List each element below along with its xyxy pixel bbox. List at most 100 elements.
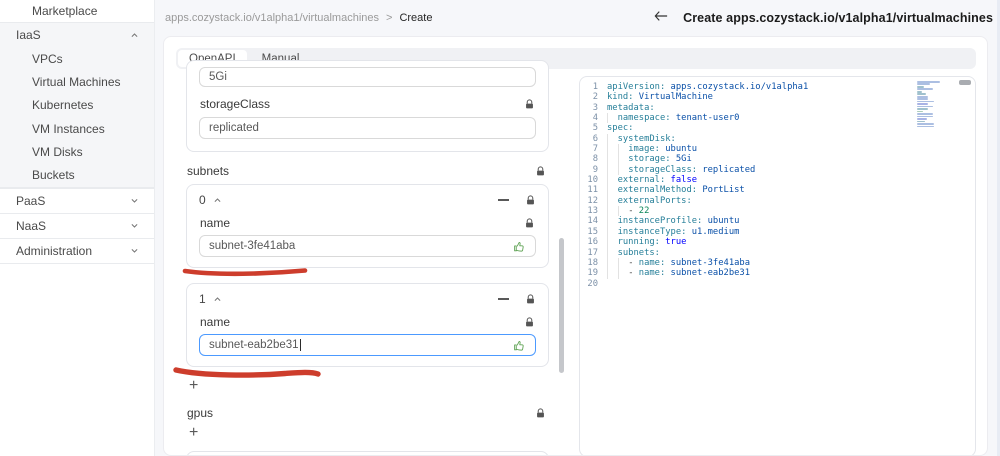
add-subnet-button[interactable]: + xyxy=(186,378,206,394)
subnet-index: 0 xyxy=(199,193,206,207)
line-number: 8 xyxy=(592,154,598,165)
sidebar-group-label: Administration xyxy=(16,243,93,258)
line-number: 15 xyxy=(587,226,598,237)
code-line[interactable]: 12 externalPorts: xyxy=(580,195,941,207)
code-line[interactable]: 20 xyxy=(580,279,941,289)
sidebar-group-administration: Administration xyxy=(0,237,154,264)
code-line[interactable]: 2 kind: VirtualMachine xyxy=(580,92,941,102)
subnet-name-input[interactable]: subnet-eab2be31 xyxy=(199,334,536,356)
sidebar-group-header[interactable]: IaaS xyxy=(0,23,154,47)
sidebar-group-paas: PaaS xyxy=(0,187,154,213)
code-line[interactable]: 8 storage: 5Gi xyxy=(580,154,941,165)
sidebar-item-marketplace[interactable]: Marketplace xyxy=(0,0,154,22)
code-line[interactable]: 9 storageClass: replicated xyxy=(580,164,941,176)
sidebar-item-kubernetes[interactable]: Kubernetes xyxy=(0,94,154,117)
lock-icon[interactable] xyxy=(524,316,535,328)
top-header: apps.cozystack.io/v1alpha1/virtualmachin… xyxy=(155,0,1000,36)
remove-item-icon[interactable] xyxy=(498,293,510,305)
sidebar-item-vm-instances[interactable]: VM Instances xyxy=(0,117,154,140)
code-line[interactable]: 14 instanceProfile: ubuntu xyxy=(580,216,941,227)
back-button[interactable] xyxy=(654,9,668,27)
line-number: 11 xyxy=(587,185,598,196)
line-number: 6 xyxy=(592,133,598,144)
yaml-editor[interactable]: 1 apiVersion: apps.cozystack.io/v1alpha1… xyxy=(579,76,976,455)
lock-icon[interactable] xyxy=(535,407,546,419)
resources-card[interactable]: resources xyxy=(186,451,549,455)
collapse-chevron-icon[interactable] xyxy=(213,295,222,304)
openapi-form: 5Gi storageClass replicated subnets 0 na… xyxy=(173,60,549,455)
subnet-index: 1 xyxy=(199,292,206,306)
lock-icon[interactable] xyxy=(525,293,536,305)
lock-icon[interactable] xyxy=(535,165,546,177)
system-disk-card: 5Gi storageClass replicated xyxy=(186,60,549,152)
sidebar-item-vpcs[interactable]: VPCs xyxy=(0,47,154,70)
sidebar: Marketplace IaaS VPCs Virtual Machines K… xyxy=(0,0,155,456)
chevron-down-icon xyxy=(130,221,139,230)
sidebar-group-label: PaaS xyxy=(16,193,46,208)
code-line[interactable]: 19 - name: subnet-eab2be31 xyxy=(580,268,941,279)
remove-item-icon[interactable] xyxy=(498,194,510,206)
editor-minimap[interactable] xyxy=(917,81,947,131)
sidebar-group-label: NaaS xyxy=(16,218,47,233)
sidebar-item-vm-disks[interactable]: VM Disks xyxy=(0,140,154,163)
sidebar-group-header[interactable]: Administration xyxy=(0,239,154,263)
arrow-left-icon xyxy=(654,9,668,27)
lock-icon[interactable] xyxy=(524,98,535,110)
code-line[interactable]: 7 image: ubuntu xyxy=(580,144,941,155)
lock-icon[interactable] xyxy=(525,194,536,206)
code-line[interactable]: 17 subnets: xyxy=(580,247,941,258)
code-line[interactable]: 5 spec: xyxy=(580,123,941,133)
breadcrumb-separator: > xyxy=(386,12,393,24)
subnet-name-input[interactable]: subnet-3fe41aba xyxy=(199,235,536,257)
sidebar-item-virtual-machines[interactable]: Virtual Machines xyxy=(0,70,154,93)
subnet-item-card: 0 name subnet-3fe41aba xyxy=(182,184,549,277)
breadcrumb-path[interactable]: apps.cozystack.io/v1alpha1/virtualmachin… xyxy=(165,12,379,24)
field-label: name xyxy=(200,315,231,329)
subnet-list: 0 name subnet-3fe41aba 1 name subnet-eab… xyxy=(173,184,549,378)
storage-class-label: storageClass xyxy=(200,97,271,111)
collapse-chevron-icon[interactable] xyxy=(213,196,222,205)
chevron-down-icon xyxy=(130,196,139,205)
form-scrollbar-thumb[interactable] xyxy=(559,238,564,373)
editor-scrollbar-thumb[interactable] xyxy=(959,80,971,85)
sidebar-group-items: VPCs Virtual Machines Kubernetes VM Inst… xyxy=(0,47,154,187)
code-line[interactable]: 10 external: false xyxy=(580,175,941,186)
storage-input[interactable]: 5Gi xyxy=(199,67,536,87)
text-caret xyxy=(299,339,301,351)
line-number: 18 xyxy=(587,257,598,268)
code-line[interactable]: 15 instanceType: u1.medium xyxy=(580,226,941,238)
line-number: 1 xyxy=(592,82,598,92)
sidebar-group-header[interactable]: PaaS xyxy=(0,189,154,213)
lock-icon[interactable] xyxy=(524,217,535,229)
storage-class-input[interactable]: replicated xyxy=(199,117,536,139)
sidebar-item-buckets[interactable]: Buckets xyxy=(0,163,154,186)
line-number: 3 xyxy=(592,102,598,113)
line-number: 13 xyxy=(587,206,598,217)
code-line[interactable]: 4 namespace: tenant-user0 xyxy=(580,113,941,124)
code-line[interactable]: 1 apiVersion: apps.cozystack.io/v1alpha1 xyxy=(580,82,941,92)
annotation-underline xyxy=(182,268,308,277)
code-line[interactable]: 13 - 22 xyxy=(580,206,941,217)
chevron-down-icon xyxy=(130,246,139,255)
sidebar-group-header[interactable]: NaaS xyxy=(0,214,154,238)
add-gpu-button[interactable]: + xyxy=(186,425,206,441)
line-number: 16 xyxy=(587,237,598,248)
line-number: 12 xyxy=(587,195,598,206)
code-line[interactable]: 3 metadata: xyxy=(580,103,941,113)
breadcrumb-current: Create xyxy=(399,12,433,24)
chevron-down-icon xyxy=(130,31,139,40)
code-line[interactable]: 6 systemDisk: xyxy=(580,133,941,145)
breadcrumb: apps.cozystack.io/v1alpha1/virtualmachin… xyxy=(165,12,432,24)
page-title: Create apps.cozystack.io/v1alpha1/virtua… xyxy=(683,11,993,25)
code-area[interactable]: 1 apiVersion: apps.cozystack.io/v1alpha1… xyxy=(580,82,941,289)
gpus-section-label: gpus xyxy=(186,406,549,420)
line-number: 19 xyxy=(587,268,598,279)
sidebar-group-label: IaaS xyxy=(16,28,41,42)
subnet-item-card: 1 name subnet-eab2be31 xyxy=(173,283,549,378)
code-line[interactable]: 16 running: true xyxy=(580,237,941,248)
line-number: 2 xyxy=(592,92,598,103)
line-number: 5 xyxy=(592,123,598,134)
main-panel: OpenAPI Manual 5Gi storageClass replicat… xyxy=(163,36,988,456)
code-line[interactable]: 18 - name: subnet-3fe41aba xyxy=(580,257,941,269)
code-line[interactable]: 11 externalMethod: PortList xyxy=(580,185,941,196)
